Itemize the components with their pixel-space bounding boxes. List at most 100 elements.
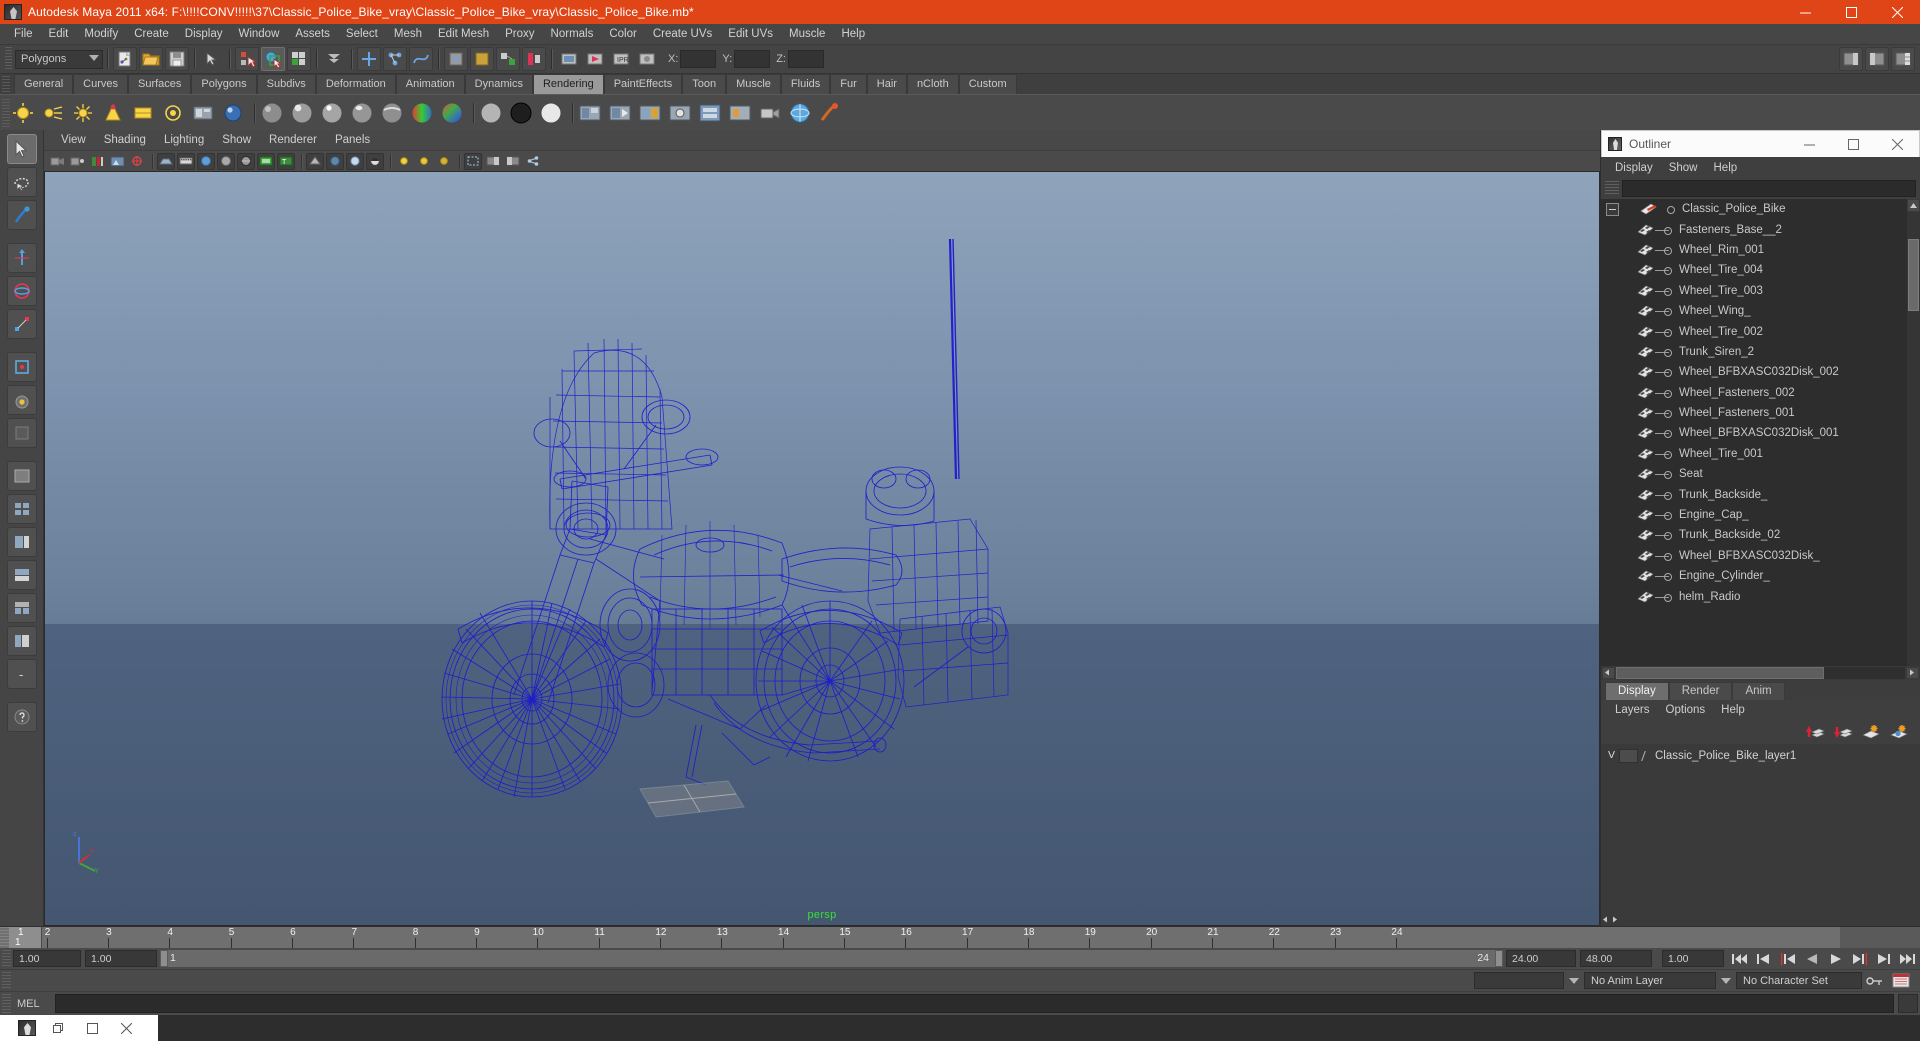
close-icon[interactable] xyxy=(1874,0,1920,24)
viewport-menu-lighting[interactable]: Lighting xyxy=(155,133,213,147)
outliner-row-item[interactable]: Wheel_BFBXASC032Disk_ xyxy=(1601,546,1907,566)
menu-muscle[interactable]: Muscle xyxy=(781,24,833,44)
animation-end-time-field[interactable]: 48.00 xyxy=(1580,950,1652,967)
layer-menu-layers[interactable]: Layers xyxy=(1607,703,1658,717)
snap-to-point-button[interactable] xyxy=(409,47,433,71)
layer-color-swatch[interactable] xyxy=(1640,749,1654,763)
render-current-frame-button[interactable] xyxy=(583,47,607,71)
outliner-row-item[interactable]: helm_Radio xyxy=(1601,586,1907,606)
outliner-search-grip[interactable] xyxy=(1605,180,1619,196)
menu-normals[interactable]: Normals xyxy=(543,24,602,44)
scroll-thumb[interactable] xyxy=(1616,667,1825,679)
menu-edit[interactable]: Edit xyxy=(41,24,77,44)
shelf-tab-animation[interactable]: Animation xyxy=(395,74,465,94)
outliner-row-item[interactable]: Wheel_BFBXASC032Disk_001 xyxy=(1601,423,1907,443)
viewport-menu-show[interactable]: Show xyxy=(213,133,260,147)
outliner-row-item[interactable]: Wheel_Rim_001 xyxy=(1601,240,1907,260)
shelf-tab-hair[interactable]: Hair xyxy=(866,74,907,94)
menu-display[interactable]: Display xyxy=(177,24,231,44)
show-attribute-editor-button[interactable] xyxy=(1839,47,1863,71)
play-forwards-button[interactable] xyxy=(1824,949,1848,968)
layered-shader-icon[interactable] xyxy=(478,100,504,126)
range-start-handle[interactable] xyxy=(160,950,168,967)
viewport-panel-icon[interactable] xyxy=(504,153,522,170)
outliner-row-item[interactable]: Seat xyxy=(1601,464,1907,484)
layer-menu-help[interactable]: Help xyxy=(1713,703,1753,717)
menu-select[interactable]: Select xyxy=(338,24,386,44)
area-light-icon[interactable] xyxy=(130,100,156,126)
layer-horizontal-scrollbar[interactable] xyxy=(1601,912,1920,926)
outliner-row-root[interactable]: Classic_Police_Bike xyxy=(1601,199,1907,219)
anisotropic-material-icon[interactable] xyxy=(379,100,405,126)
create-camera-icon[interactable] xyxy=(757,100,783,126)
time-slider-grip[interactable] xyxy=(0,927,9,948)
shelf-tab-custom[interactable]: Custom xyxy=(958,74,1017,94)
maximize-icon[interactable] xyxy=(75,1015,109,1041)
outliner-maximize-icon[interactable] xyxy=(1831,131,1875,157)
four-view-layout-button[interactable] xyxy=(6,494,37,524)
select-by-component-type-button[interactable] xyxy=(287,47,311,71)
layer-row[interactable]: V Classic_Police_Bike_layer1 xyxy=(1604,747,1917,764)
range-slider-grip[interactable] xyxy=(2,949,11,968)
outliner-menu-show[interactable]: Show xyxy=(1661,161,1706,175)
snap-to-grid-button[interactable] xyxy=(357,47,381,71)
use-default-lighting-icon[interactable]: T xyxy=(277,152,295,170)
batch-render-icon[interactable] xyxy=(697,100,723,126)
outliner-row-item[interactable]: Trunk_Backside_ xyxy=(1601,484,1907,504)
volume-light-icon[interactable] xyxy=(160,100,186,126)
tab-display[interactable]: Display xyxy=(1605,682,1669,700)
shelf-tab-fur[interactable]: Fur xyxy=(830,74,867,94)
construction-history-button[interactable] xyxy=(496,47,520,71)
animation-preferences-icon[interactable] xyxy=(1888,973,1914,988)
layer-list[interactable]: V Classic_Police_Bike_layer1 xyxy=(1601,744,1920,912)
menu-set-dropdown[interactable]: Polygons xyxy=(15,49,103,69)
layer-playback-toggle[interactable] xyxy=(1619,748,1638,763)
rotate-tool-button[interactable] xyxy=(6,276,37,306)
outliner-row-item[interactable]: Trunk_Siren_2 xyxy=(1601,342,1907,362)
shading-map-icon[interactable] xyxy=(538,100,564,126)
restore-icon[interactable] xyxy=(41,1015,75,1041)
environment-sphere-icon[interactable] xyxy=(787,100,813,126)
current-time-indicator[interactable]: 1 1 xyxy=(9,927,42,948)
shadows-icon[interactable] xyxy=(306,152,324,170)
menu-assets[interactable]: Assets xyxy=(287,24,338,44)
ramp-shader-icon[interactable] xyxy=(409,100,435,126)
scroll-left-icon[interactable] xyxy=(1602,667,1615,679)
hypershade-persp-layout-button[interactable] xyxy=(6,593,37,623)
menu-file[interactable]: File xyxy=(6,24,41,44)
ipr-render-shelf-icon[interactable] xyxy=(637,100,663,126)
move-tool-button[interactable] xyxy=(6,243,37,273)
shadow-toggle-icon[interactable] xyxy=(435,153,453,170)
command-language-label[interactable]: MEL xyxy=(17,998,55,1010)
lasso-tool-button[interactable] xyxy=(6,167,37,197)
shelf-tab-deformation[interactable]: Deformation xyxy=(315,74,396,94)
step-back-frame-button[interactable] xyxy=(1776,949,1800,968)
viewport-menu-shading[interactable]: Shading xyxy=(95,133,155,147)
step-forward-keyframe-button[interactable] xyxy=(1872,949,1896,968)
menu-modify[interactable]: Modify xyxy=(76,24,126,44)
outliner-close-icon[interactable] xyxy=(1875,131,1919,157)
all-lights-icon[interactable] xyxy=(415,153,433,170)
universal-manipulator-button[interactable] xyxy=(6,352,37,382)
collapse-icon[interactable] xyxy=(1606,202,1619,216)
snap-to-curve-button[interactable] xyxy=(383,47,407,71)
shelf-tab-toon[interactable]: Toon xyxy=(682,74,727,94)
playback-start-time-field[interactable]: 1.00 xyxy=(85,950,157,967)
spot-light-icon[interactable] xyxy=(100,100,126,126)
viewport-share-icon[interactable] xyxy=(524,153,542,170)
select-by-object-type-button[interactable] xyxy=(261,47,285,71)
shelf-tab-polygons[interactable]: Polygons xyxy=(191,74,257,94)
anim-layer-dropdown[interactable]: No Anim Layer xyxy=(1584,972,1716,989)
layer-menu-options[interactable]: Options xyxy=(1658,703,1714,717)
new-layer-icon[interactable] xyxy=(1860,722,1882,742)
outliner-row-item[interactable]: Wheel_Fasteners_001 xyxy=(1601,403,1907,423)
last-tool-used-button[interactable] xyxy=(6,418,37,448)
animation-start-time-field[interactable]: 1.00 xyxy=(13,950,81,967)
show-channel-box-button[interactable] xyxy=(1891,47,1915,71)
move-layer-down-icon[interactable] xyxy=(1832,722,1854,742)
textured-shading-icon[interactable] xyxy=(257,152,275,170)
selection-mode-arrow-icon[interactable] xyxy=(200,47,224,71)
time-slider[interactable]: 1 1 2 3 4 5 6 7 8 9 10 11 12 13 14 15 16… xyxy=(0,926,1920,948)
viewport-menu-view[interactable]: View xyxy=(52,133,95,147)
status-line-grip[interactable] xyxy=(5,47,12,71)
